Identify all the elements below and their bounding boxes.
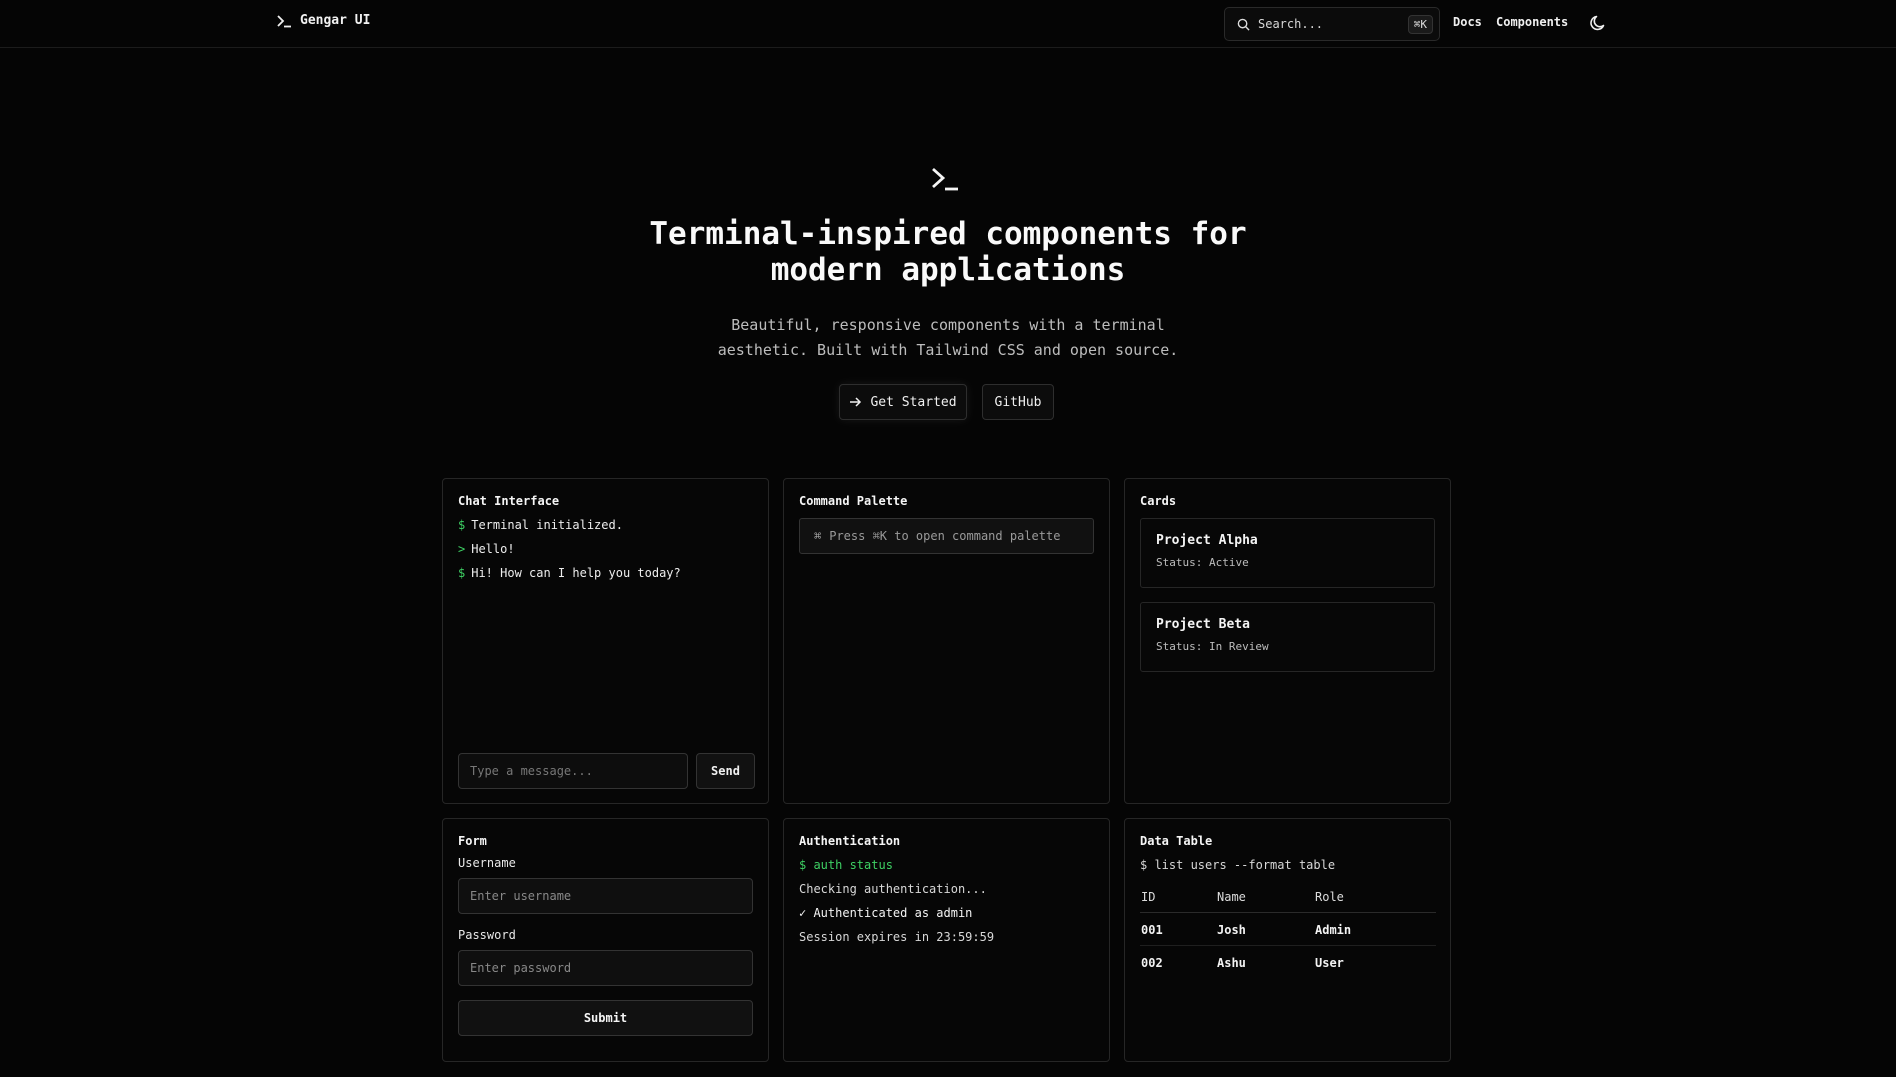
cards-title: Cards: [1140, 494, 1177, 508]
data-table-card: Data Table $ list users --format table I…: [1124, 818, 1451, 1062]
search-input[interactable]: Search... ⌘K: [1224, 7, 1440, 41]
authentication-card: Authentication $ auth status Checking au…: [783, 818, 1110, 1062]
search-placeholder: Search...: [1258, 17, 1324, 31]
hero-terminal-icon: [930, 166, 960, 196]
chat-prompt: >: [458, 542, 466, 556]
users-table: ID Name Role 001 Josh Admin 002 Ashu Use…: [1140, 886, 1436, 978]
project-card[interactable]: Project Alpha Status: Active: [1140, 518, 1435, 588]
table-row: 001 Josh Admin: [1140, 912, 1436, 946]
github-button[interactable]: GitHub: [982, 384, 1054, 420]
chat-message: $ Hi! How can I help you today?: [458, 566, 753, 580]
command-key-icon: ⌘: [814, 529, 822, 543]
table-cell-id: 001: [1140, 912, 1216, 946]
project-name: Project Alpha: [1156, 533, 1258, 548]
table-cell-role: User: [1315, 956, 1344, 970]
auth-checking-text: Checking authentication...: [799, 882, 987, 896]
search-shortcut-badge: ⌘K: [1407, 14, 1433, 34]
project-card[interactable]: Project Beta Status: In Review: [1140, 602, 1435, 672]
auth-session-text: Session expires in 23:59:59: [799, 930, 995, 944]
table-cell-role: Admin: [1314, 912, 1436, 946]
moon-icon: [1590, 15, 1605, 31]
chat-message-text: Hi! How can I help you today?: [471, 566, 681, 580]
data-table-command: $ list users --format table: [1140, 858, 1336, 872]
data-table-title: Data Table: [1140, 834, 1213, 848]
terminal-icon: [277, 14, 291, 27]
nav-link-components[interactable]: Components: [1496, 15, 1568, 29]
search-icon: [1237, 18, 1250, 31]
project-status: Status: In Review: [1156, 640, 1269, 653]
chat-message: > Hello!: [458, 542, 753, 556]
hero-subtitle-line-2: aesthetic. Built with Tailwind CSS and o…: [717, 341, 1179, 359]
command-palette-trigger[interactable]: ⌘ Press ⌘K to open command palette: [799, 518, 1094, 554]
hero-title-line-1: Terminal-inspired components for: [649, 216, 1247, 252]
project-status: Status: Active: [1156, 556, 1249, 569]
submit-button[interactable]: Submit: [458, 1000, 753, 1036]
table-header-row: ID Name Role: [1140, 886, 1436, 913]
github-label: GitHub: [994, 394, 1042, 410]
table-row: 002 Ashu User: [1140, 946, 1436, 979]
project-name: Project Beta: [1156, 617, 1250, 632]
hero-title-line-2: modern applications: [770, 252, 1126, 288]
form-card: Form Username Enter username Password En…: [442, 818, 769, 1062]
table-cell-id: 002: [1141, 956, 1163, 970]
chat-card-title: Chat Interface: [458, 494, 560, 508]
arrow-right-icon: [850, 397, 862, 407]
brand-link[interactable]: Gengar UI: [276, 13, 370, 28]
hero-subtitle-line-1: Beautiful, responsive components with a …: [731, 316, 1165, 334]
chat-message-text: Hello!: [471, 542, 515, 556]
column-header-role: Role: [1314, 886, 1436, 913]
password-field[interactable]: Enter password: [458, 950, 753, 986]
get-started-label: Get Started: [870, 394, 957, 410]
username-field[interactable]: Enter username: [458, 878, 753, 914]
chat-prompt: $: [458, 566, 466, 580]
cards-demo-card: Cards Project Alpha Status: Active Proje…: [1124, 478, 1451, 804]
command-palette-title: Command Palette: [799, 494, 908, 508]
chat-message-text: Terminal initialized.: [471, 518, 623, 532]
chat-message: $ Terminal initialized.: [458, 518, 753, 532]
form-title: Form: [458, 834, 487, 848]
auth-command: $ auth status: [799, 858, 893, 872]
top-navbar: Gengar UI Search... ⌘K Docs Components: [0, 0, 1896, 48]
table-cell-name: Ashu: [1217, 956, 1246, 970]
chat-prompt: $: [458, 518, 466, 532]
hero-title: Terminal-inspired components for modern …: [548, 216, 1348, 288]
auth-success-text: ✓ Authenticated as admin: [799, 906, 973, 920]
column-header-id: ID: [1140, 886, 1216, 913]
get-started-button[interactable]: Get Started: [839, 384, 967, 420]
chat-message-input[interactable]: Type a message...: [458, 753, 688, 789]
column-header-name: Name: [1216, 886, 1314, 913]
hero-subtitle: Beautiful, responsive components with a …: [648, 313, 1248, 363]
password-label: Password: [458, 928, 516, 942]
table-cell-name: Josh: [1216, 912, 1314, 946]
auth-title: Authentication: [799, 834, 901, 848]
brand-name: Gengar UI: [300, 13, 371, 28]
command-palette-hint: Press ⌘K to open command palette: [829, 529, 1061, 543]
username-label: Username: [458, 856, 516, 870]
theme-toggle-button[interactable]: [1588, 13, 1608, 37]
command-palette-card: Command Palette ⌘ Press ⌘K to open comma…: [783, 478, 1110, 804]
nav-link-docs[interactable]: Docs: [1453, 15, 1482, 29]
chat-send-button[interactable]: Send: [696, 753, 755, 789]
chat-interface-card: Chat Interface $ Terminal initialized. > H…: [442, 478, 769, 804]
